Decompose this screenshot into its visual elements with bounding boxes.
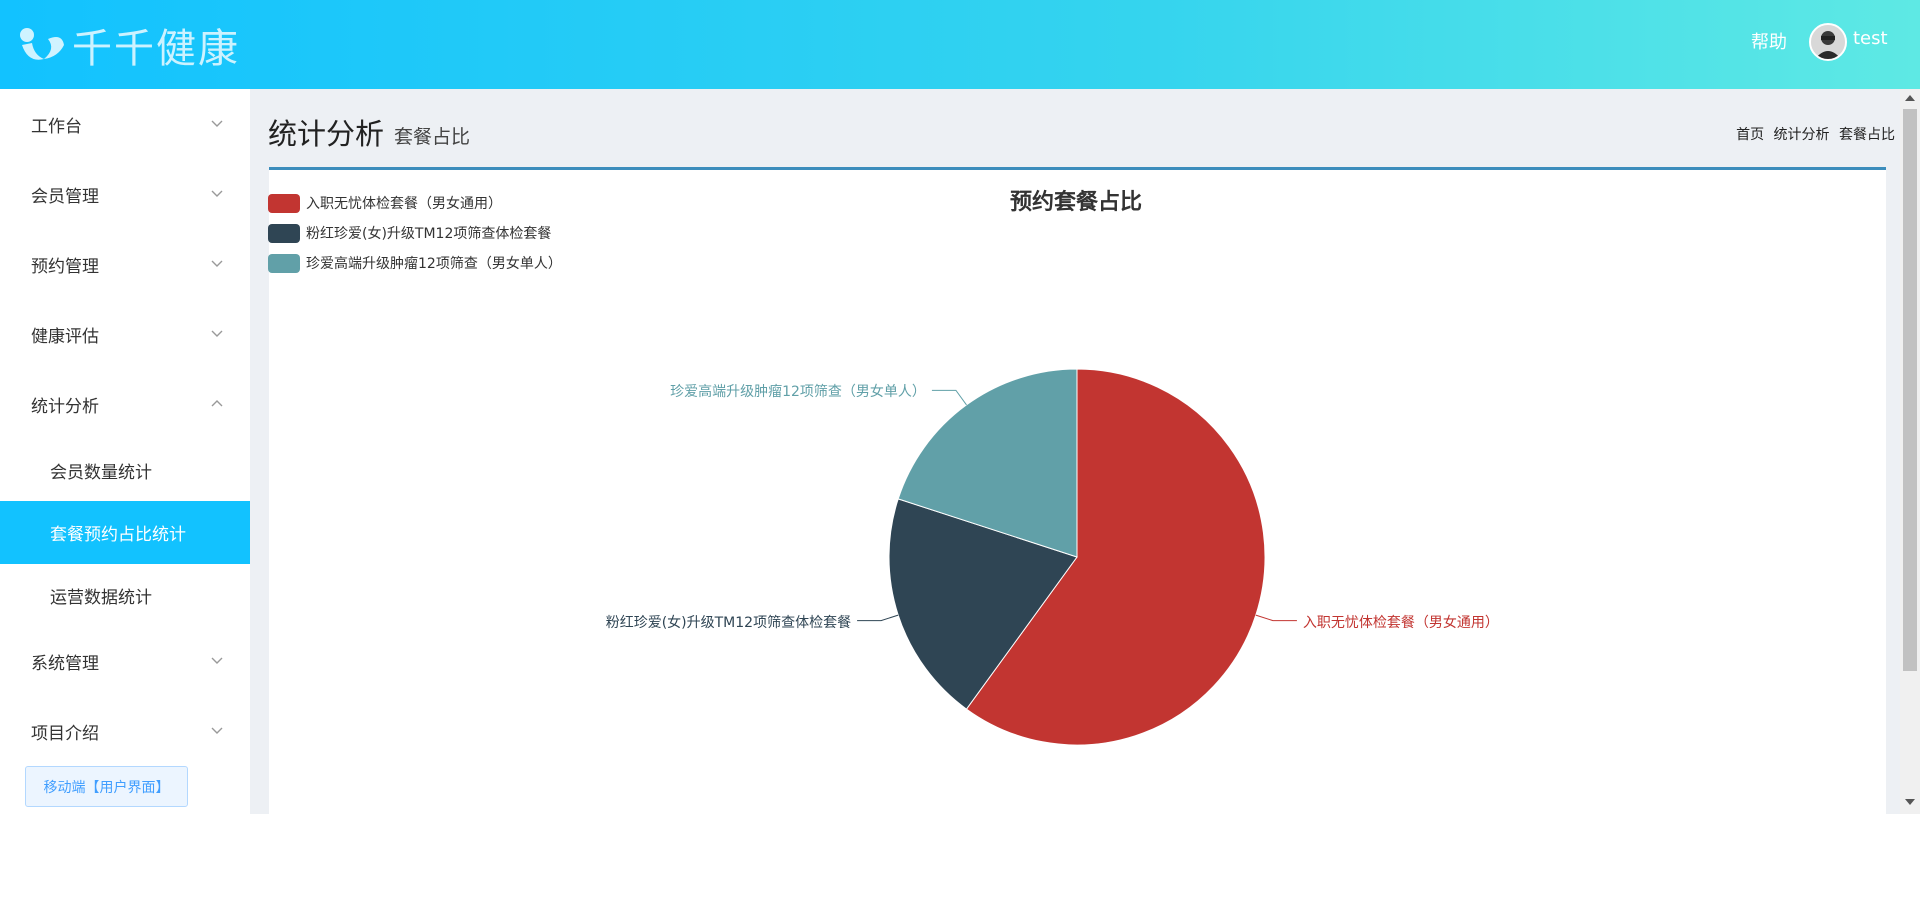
legend-swatch <box>268 193 300 213</box>
slice-leader-line <box>931 389 967 406</box>
legend-label: 粉红珍爱(女)升级TM12项筛查体检套餐 <box>306 226 552 242</box>
scroll-up-arrow-icon[interactable] <box>1905 95 1915 101</box>
legend-label: 入职无忧体检套餐（男女通用） <box>306 196 502 212</box>
slice-label: 入职无忧体检套餐（男女通用） <box>1302 614 1499 631</box>
legend-item[interactable]: 入职无忧体检套餐（男女通用） <box>268 188 562 218</box>
chart-title: 预约套餐占比 <box>1010 190 1143 215</box>
legend-swatch <box>268 253 300 273</box>
legend-swatch <box>268 223 300 243</box>
chart-legend: 入职无忧体检套餐（男女通用） 粉红珍爱(女)升级TM12项筛查体检套餐 珍爱高端… <box>268 188 562 278</box>
legend-label: 珍爱高端升级肿瘤12项筛查（男女单人） <box>306 256 562 272</box>
slice-label: 珍爱高端升级肿瘤12项筛查（男女单人） <box>670 384 926 401</box>
scroll-thumb[interactable] <box>1903 109 1917 671</box>
pie-chart <box>857 368 1297 746</box>
legend-item[interactable]: 珍爱高端升级肿瘤12项筛查（男女单人） <box>268 248 562 278</box>
slice-leader-line <box>1255 614 1297 622</box>
vertical-scrollbar[interactable] <box>1900 89 1920 814</box>
slice-label: 粉红珍爱(女)升级TM12项筛查体检套餐 <box>605 614 852 631</box>
slice-leader-line <box>857 614 899 622</box>
legend-item[interactable]: 粉红珍爱(女)升级TM12项筛查体检套餐 <box>268 218 562 248</box>
scroll-down-arrow-icon[interactable] <box>1905 799 1915 805</box>
